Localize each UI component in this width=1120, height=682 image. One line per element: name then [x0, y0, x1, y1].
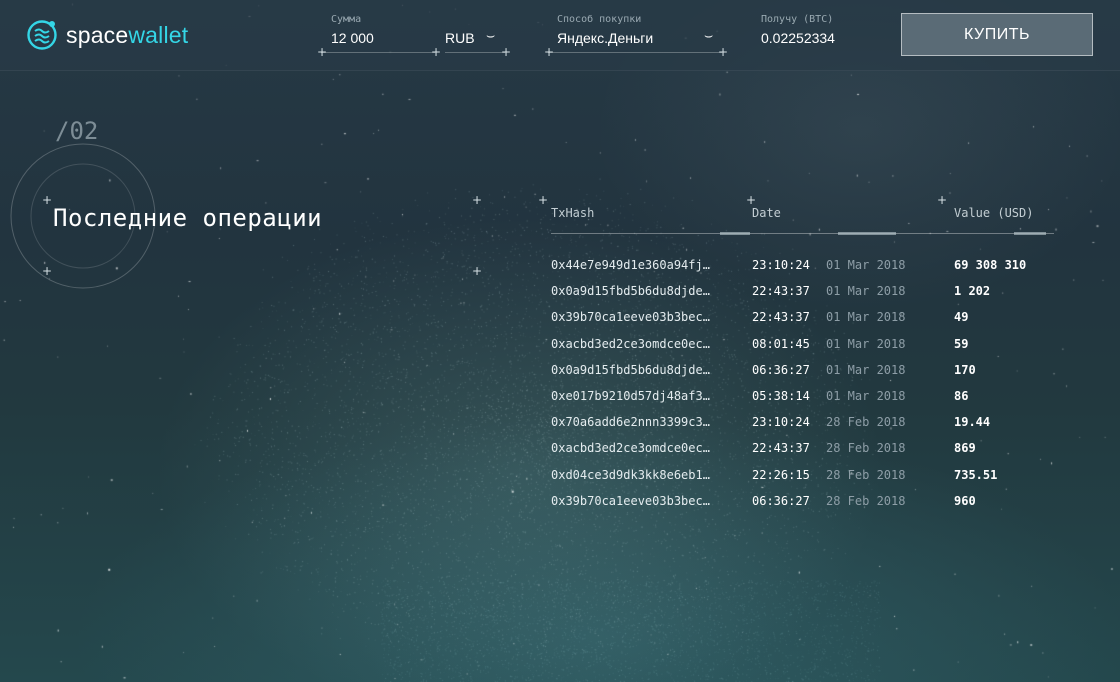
amount-underline	[321, 52, 435, 53]
tx-date-cell: 01 Mar 2018	[826, 310, 906, 325]
tx-value-cell: 960	[954, 493, 976, 508]
plus-marker-icon: +	[937, 193, 948, 207]
payment-method-underline	[548, 52, 722, 53]
plus-marker-icon: +	[501, 45, 512, 59]
plus-marker-icon: +	[42, 193, 53, 207]
logo-wordmark-wallet: wallet	[128, 21, 189, 48]
divider-accent	[720, 232, 750, 235]
payment-method-value[interactable]: Яндекс.Деньги	[557, 30, 653, 46]
tx-hash-cell: 0xacbd3ed2ce3omdce0ec…	[551, 336, 710, 351]
divider-accent	[1014, 232, 1046, 235]
tx-time-cell: 22:43:37	[752, 284, 810, 299]
amount-field[interactable]: Сумма 12 000	[331, 14, 374, 46]
tx-value-cell: 19.44	[954, 415, 991, 430]
plus-marker-icon: +	[317, 45, 328, 59]
tx-time-cell: 22:43:37	[752, 441, 810, 456]
plus-marker-icon: +	[718, 45, 729, 59]
table-row[interactable]: 0xacbd3ed2ce3omdce0ec… 08:01:45 01 Mar 201…	[0, 337, 1120, 363]
buy-button[interactable]: КУПИТЬ	[901, 13, 1093, 56]
divider-accent	[838, 232, 896, 235]
chevron-down-icon[interactable]: ⌣	[704, 28, 713, 44]
amount-label: Сумма	[331, 14, 362, 25]
table-row[interactable]: 0x44e7e949d1e360a94fj… 23:10:24 01 Mar 201…	[0, 258, 1120, 284]
plus-marker-icon: +	[472, 193, 483, 207]
amount-input[interactable]: 12 000	[331, 30, 374, 46]
tx-value-cell: 735.51	[954, 467, 998, 482]
tx-date-cell: 28 Feb 2018	[826, 441, 906, 456]
column-header-value[interactable]: Value (USD)	[954, 206, 1033, 220]
table-row[interactable]: 0xacbd3ed2ce3omdce0ec… 22:43:37 28 Feb 201…	[0, 441, 1120, 467]
tx-value-cell: 869	[954, 441, 976, 456]
tx-date-cell: 28 Feb 2018	[826, 493, 906, 508]
tx-time-cell: 06:36:27	[752, 362, 810, 377]
tx-hash-cell: 0x39b70ca1eeve03b3bec…	[551, 493, 710, 508]
tx-hash-cell: 0xe017b9210d57dj48af3…	[551, 389, 710, 403]
tx-value-cell: 49	[954, 310, 969, 325]
tx-date-cell: 01 Mar 2018	[826, 284, 906, 299]
tx-value-cell: 69 308 310	[954, 258, 1027, 272]
table-row[interactable]: 0x39b70ca1eeve03b3bec… 06:36:27 28 Feb 201…	[0, 494, 1120, 520]
chevron-down-icon[interactable]: ⌣	[486, 28, 495, 44]
tx-hash-cell: 0x39b70ca1eeve03b3bec…	[551, 310, 710, 325]
tx-date-cell: 01 Mar 2018	[826, 389, 906, 403]
column-header-txhash[interactable]: TxHash	[551, 206, 594, 220]
plus-marker-icon: +	[544, 45, 555, 59]
receive-amount: Получу (BTC) 0.02252334	[761, 14, 835, 46]
tx-hash-cell: 0xd04ce3d9dk3kk8e6eb1…	[551, 467, 710, 482]
currency-value[interactable]: RUB	[445, 30, 475, 46]
section-title: Последние операции	[53, 204, 323, 232]
tx-date-cell: 01 Mar 2018	[826, 258, 906, 272]
tx-date-cell: 01 Mar 2018	[826, 336, 906, 351]
currency-underline	[445, 52, 505, 53]
tx-date-cell: 28 Feb 2018	[826, 415, 906, 430]
tx-time-cell: 23:10:24	[752, 258, 810, 272]
table-row[interactable]: 0x39b70ca1eeve03b3bec… 22:43:37 01 Mar 201…	[0, 310, 1120, 336]
tx-hash-cell: 0x70a6add6e2nnn3399c3…	[551, 415, 710, 430]
payment-method-select[interactable]: Способ покупки Яндекс.Деньги	[557, 14, 653, 46]
table-row[interactable]: 0xe017b9210d57dj48af3… 05:38:14 01 Mar 201…	[0, 389, 1120, 415]
tx-date-cell: 01 Mar 2018	[826, 362, 906, 377]
tx-hash-cell: 0xacbd3ed2ce3omdce0ec…	[551, 441, 710, 456]
tx-hash-cell: 0x44e7e949d1e360a94fj…	[551, 258, 710, 272]
tx-value-cell: 86	[954, 389, 969, 403]
table-row[interactable]: 0x0a9d15fbd5b6du8djde… 22:43:37 01 Mar 201…	[0, 284, 1120, 310]
tx-time-cell: 22:43:37	[752, 310, 810, 325]
spacewallet-logo-icon	[27, 20, 57, 50]
logo-wordmark: spacewallet	[66, 22, 188, 49]
tx-time-cell: 23:10:24	[752, 415, 810, 430]
plus-marker-icon: +	[431, 45, 442, 59]
section-number: /02	[55, 117, 99, 145]
tx-time-cell: 05:38:14	[752, 389, 810, 403]
tx-value-cell: 1 202	[954, 284, 991, 299]
table-row[interactable]: 0xd04ce3d9dk3kk8e6eb1… 22:26:15 28 Feb 201…	[0, 468, 1120, 494]
table-row[interactable]: 0x0a9d15fbd5b6du8djde… 06:36:27 01 Mar 201…	[0, 363, 1120, 389]
tx-value-cell: 59	[954, 336, 969, 351]
column-header-date[interactable]: Date	[752, 206, 781, 220]
tx-value-cell: 170	[954, 362, 976, 377]
tx-hash-cell: 0x0a9d15fbd5b6du8djde…	[551, 284, 710, 299]
tx-date-cell: 28 Feb 2018	[826, 467, 906, 482]
receive-label: Получу (BTC)	[761, 14, 834, 25]
receive-value: 0.02252334	[761, 30, 835, 46]
logo[interactable]: spacewallet	[26, 19, 188, 51]
tx-time-cell: 06:36:27	[752, 493, 810, 508]
currency-select[interactable]: . RUB	[445, 14, 475, 46]
tx-time-cell: 22:26:15	[752, 467, 810, 482]
plus-marker-icon: +	[538, 193, 549, 207]
logo-wordmark-space: space	[66, 21, 129, 48]
plus-marker-icon: +	[746, 193, 757, 207]
tx-hash-cell: 0x0a9d15fbd5b6du8djde…	[551, 362, 710, 377]
tx-time-cell: 08:01:45	[752, 336, 810, 351]
top-bar: spacewallet Сумма 12 000 + + . RUB ⌣ + С…	[0, 0, 1120, 71]
table-row[interactable]: 0x70a6add6e2nnn3399c3… 23:10:24 28 Feb 201…	[0, 415, 1120, 441]
payment-method-label: Способ покупки	[557, 14, 642, 25]
table-header-divider	[551, 233, 1054, 234]
